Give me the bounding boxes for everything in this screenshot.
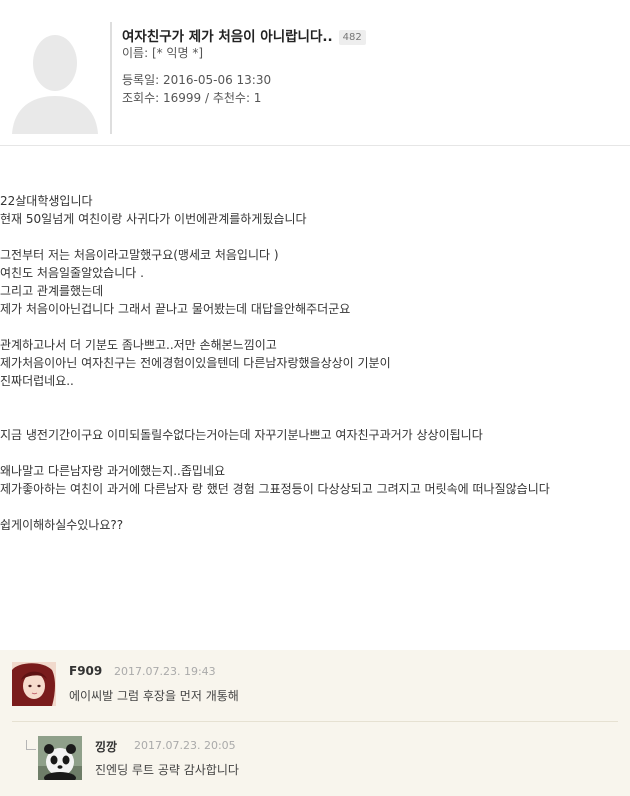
author-name: 이름: [* 익명 *] [122,46,204,60]
body-line: 그전부터 저는 처음이라고말했구요(맹세코 처음입니다 ) [0,248,279,262]
reply-arrow-icon [26,740,36,750]
post-body: 22살대학생입니다 현재 50일넘게 여친이랑 사귀다가 이번에관계를하게됬습니… [0,192,630,534]
anime-girl-avatar-icon [12,662,56,706]
body-line: 제가처음이아닌 여자친구는 전에경험이있을텐데 다른남자랑했을상상이 기분이 [0,356,391,370]
body-line: 현재 50일넘게 여친이랑 사귀다가 이번에관계를하게됬습니다 [0,212,307,226]
commenter-avatar[interactable] [12,662,56,706]
body-line: 왜나말고 다른남자랑 과거에했는지..좁밉네요 [0,464,226,478]
header-divider [110,22,112,134]
post-header: 여자친구가 제가 처음이 아니랍니다.. 482 이름: [* 익명 *] 등록일… [0,0,630,146]
panda-avatar-icon [38,736,82,780]
body-line: 진짜더럽네요.. [0,374,74,388]
body-line: 제가 처음이아닌겁니다 그래서 끝나고 물어봤는데 대답을안해주더군요 [0,302,351,316]
body-line: 관계하고나서 더 기분도 좀나쁘고..저만 손해본느낌이고 [0,338,277,352]
default-avatar-icon [0,16,110,134]
comment-text: 진엔딩 루트 공략 감사합니다 [95,763,239,777]
comment-divider [12,721,618,722]
comment-text: 에이씨발 그럼 후장을 먼저 개통해 [69,689,239,703]
body-line: 여친도 처음일줄알았습니다 . [0,266,144,280]
author-avatar-placeholder [0,16,110,134]
post-date: 등록일: 2016-05-06 13:30 [122,73,272,87]
commenter-avatar[interactable] [38,736,82,780]
post-stats: 조회수: 16999 / 추천수: 1 [122,91,262,105]
comment-date: 2017.07.23. 19:43 [114,665,216,678]
body-line: 22살대학생입니다 [0,194,93,208]
comment-section: F909 2017.07.23. 19:43 에이씨발 그럼 후장을 먼저 개통… [0,650,630,796]
body-line: 그리고 관계를했는데 [0,284,104,298]
commenter-name[interactable]: F909 [69,664,102,678]
body-line: 쉽게이해하실수있나요?? [0,518,124,532]
post-title: 여자친구가 제가 처음이 아니랍니다.. [122,29,333,45]
comment-date: 2017.07.23. 20:05 [134,739,236,752]
body-line: 지금 냉전기간이구요 이미되돌릴수없다는거아는데 자꾸기분나쁘고 여자친구과거가… [0,428,483,442]
commenter-name[interactable]: 낑깡 [95,738,117,755]
comment-count-badge: 482 [338,30,366,45]
body-line: 제가좋아하는 여친이 과거에 다른남자 랑 했던 경험 그표정등이 다상상되고 … [0,482,550,496]
post-title-row: 여자친구가 제가 처음이 아니랍니다.. 482 [122,25,366,45]
